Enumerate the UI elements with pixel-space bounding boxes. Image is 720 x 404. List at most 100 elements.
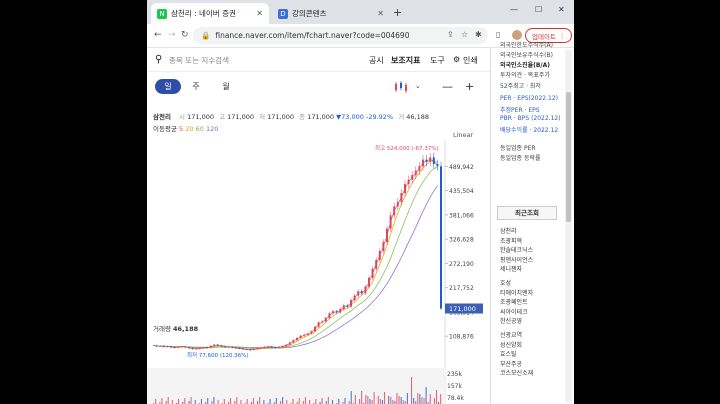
address-bar[interactable]: 🔒 finance.naver.com/item/fchart.naver?co… [193, 27, 488, 44]
recent-item[interactable]: 삼천리 [500, 226, 517, 235]
window-close-icon[interactable]: ✕ [558, 5, 565, 14]
extensions-icon[interactable]: ✱ [475, 30, 482, 39]
volume-bar [269, 399, 271, 404]
recent-item[interactable]: 한솔테크닉스 [500, 245, 533, 254]
recent-item[interactable]: 코스모신소재 [500, 368, 533, 377]
candle-body [386, 228, 388, 243]
menu-print[interactable]: 인쇄 [463, 55, 478, 66]
scroll-thumb[interactable] [566, 92, 571, 222]
share-icon[interactable]: ⇪ [447, 30, 454, 39]
volume-bar [155, 399, 157, 404]
close-icon[interactable]: ✕ [377, 9, 384, 18]
volume-bar [379, 399, 381, 404]
price-tick-label: 217,752 [449, 285, 474, 292]
tab-lecture[interactable]: D 강의콘텐츠 ✕ [272, 3, 390, 24]
minimize-icon[interactable]: — [510, 5, 518, 14]
forward-icon[interactable]: → [168, 30, 176, 40]
price-tick-label: 326,628 [449, 237, 474, 244]
recent-item[interactable]: 씨아이테크 [500, 307, 528, 316]
naver-favicon-icon: N [157, 8, 167, 19]
recent-view-tab[interactable]: 최근조회 [497, 206, 557, 220]
recent-item[interactable]: 티에이치엔자 [500, 288, 533, 297]
volume-bar [423, 398, 425, 404]
candle-body [206, 347, 208, 349]
close-icon[interactable]: ✕ [256, 9, 263, 18]
period-month-button[interactable]: 월 [213, 79, 239, 94]
recent-item[interactable]: 세니젠자 [500, 264, 522, 273]
candle-body [202, 347, 205, 349]
candle-body [440, 166, 442, 309]
new-tab-icon[interactable]: + [393, 6, 402, 19]
recent-item[interactable]: 선광교역 [500, 330, 522, 339]
recent-item[interactable]: 효스틸 [500, 349, 517, 358]
summary-item: 투자의견 · 목표주가 [500, 72, 550, 79]
candle-body [296, 337, 298, 341]
candle-body [285, 344, 288, 346]
candle-body [198, 348, 201, 349]
recent-item[interactable]: 호성 [500, 278, 511, 287]
menu-disclosure[interactable]: 공시 [369, 55, 384, 66]
candle-body [252, 349, 255, 350]
recent-item[interactable]: 조광페인트 [500, 297, 528, 306]
candle-body [342, 305, 345, 309]
avatar[interactable] [512, 30, 522, 40]
bookmark-icon[interactable]: ☆ [461, 30, 468, 39]
recent-item[interactable]: 성신양회 [500, 340, 522, 349]
price-chart[interactable]: 489,942 435,504 381,066 326,628 272,190 217,7… [147, 96, 490, 404]
menu-indicators[interactable]: 보조지표 [391, 55, 420, 66]
recent-item[interactable]: 핑앤사이언스 [500, 255, 533, 264]
volume-bar [381, 400, 383, 404]
candle-body [353, 295, 356, 301]
volume-bar [406, 393, 408, 404]
tab-naver-stock[interactable]: N 삼천리 : 네이버 증권 ✕ [151, 3, 269, 24]
volume-bar [429, 394, 431, 404]
candle-body [220, 345, 223, 347]
search-icon[interactable]: ⚲ [155, 54, 162, 65]
reload-icon[interactable]: ↻ [181, 30, 189, 40]
scrollbar[interactable] [565, 50, 572, 402]
candle-body [393, 206, 396, 216]
candle-body [245, 349, 248, 350]
zoom-out-icon[interactable]: — [442, 80, 453, 93]
volume-bar [309, 400, 311, 404]
recent-item[interactable]: 부산주공 [500, 359, 522, 368]
tab-title: 삼천리 : 네이버 증권 [171, 9, 236, 18]
candle-chart-icon[interactable] [393, 81, 409, 93]
search-input[interactable]: 종목 또는 지수검색 [169, 55, 229, 66]
candle-body [317, 322, 320, 327]
volume-bar [282, 397, 284, 404]
candle-body [411, 175, 414, 180]
candle-body [159, 345, 162, 347]
volume-bar [167, 397, 169, 404]
volume-bar [259, 397, 261, 404]
volume-bar [377, 396, 379, 404]
price-tick-label: 108,876 [449, 334, 474, 341]
maximize-icon[interactable]: ☐ [535, 5, 542, 14]
volume-bar [392, 400, 394, 404]
volume-bar [417, 393, 419, 404]
period-week-button[interactable]: 주 [183, 79, 209, 94]
volume-bar [373, 392, 375, 404]
volume-bar [286, 400, 288, 404]
recent-item[interactable]: 한신공영 [500, 316, 522, 325]
volume-bar [411, 377, 413, 404]
back-icon[interactable]: ← [154, 30, 162, 40]
zoom-in-icon[interactable]: + [465, 80, 474, 93]
lock-icon: 🔒 [201, 31, 211, 40]
candle-body [360, 291, 363, 294]
menu-tools[interactable]: 도구 [430, 55, 445, 66]
candle-body [414, 170, 417, 176]
candle-body [314, 326, 316, 332]
print-icon[interactable]: ⚙ [453, 55, 460, 64]
period-day-button[interactable]: 일 [155, 79, 181, 94]
more-icon: ⋮ [558, 31, 566, 40]
summary-item: PER · EPS(2022.12) [500, 95, 559, 102]
stock-summary-panel: 최근조회 외국인한도주식수(A) 외국인보유주식수(B) 외국인소진율(B/A) 투자… [490, 42, 574, 404]
recent-item[interactable]: 조광피혁 [500, 236, 522, 245]
candle-body [281, 345, 284, 347]
sidepanel-icon[interactable]: ▯ [496, 30, 500, 39]
candle-body [324, 317, 327, 322]
chevron-down-icon[interactable]: ⌄ [415, 82, 421, 90]
candle-body [432, 157, 435, 165]
candle-body [303, 334, 306, 336]
